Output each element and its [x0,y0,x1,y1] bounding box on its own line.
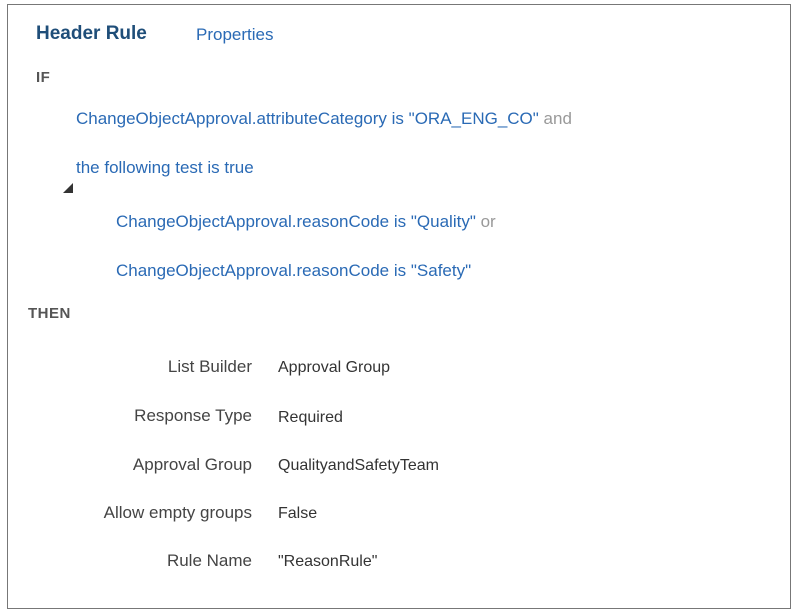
action-value-approval-group[interactable]: QualityandSafetyTeam [278,457,439,475]
action-label-approval-group: Approval Group [132,455,252,474]
expanded-triangle-icon[interactable] [62,181,74,193]
action-label-response-type: Response Type [134,406,252,425]
condition-value[interactable]: "Safety" [411,261,471,280]
condition-attribute[interactable]: ChangeObjectApproval.reasonCode [116,261,389,280]
condition-value[interactable]: "Quality" [411,212,476,231]
action-value-response-type[interactable]: Required [278,409,343,427]
action-label-rule-name: Rule Name [166,551,252,570]
condition-row: ChangeObjectApproval.reasonCode is "Safe… [116,261,471,281]
condition-group-header: the following test is true [76,158,254,178]
condition-row: ChangeObjectApproval.attributeCategory i… [76,109,572,129]
if-keyword: IF [36,69,51,86]
action-label-allow-empty-groups: Allow empty groups [103,503,252,522]
condition-operator[interactable]: is [394,212,406,231]
action-label-list-builder: List Builder [167,357,252,376]
condition-attribute[interactable]: ChangeObjectApproval.attributeCategory [76,109,387,128]
condition-operator[interactable]: is [394,261,406,280]
then-keyword: THEN [28,305,71,322]
condition-connector[interactable]: or [481,212,496,231]
condition-attribute[interactable]: ChangeObjectApproval.reasonCode [116,212,389,231]
action-value-rule-name[interactable]: "ReasonRule" [278,553,377,571]
condition-operator[interactable]: is [392,109,404,128]
action-value-list-builder[interactable]: Approval Group [278,359,390,377]
rule-title: Header Rule [36,23,147,44]
condition-group-text[interactable]: the following test is true [76,158,254,177]
properties-link[interactable]: Properties [196,25,273,45]
condition-value[interactable]: "ORA_ENG_CO" [409,109,539,128]
action-value-allow-empty-groups[interactable]: False [278,505,317,523]
condition-connector[interactable]: and [544,109,572,128]
rule-panel: Header Rule Properties IF ChangeObjectAp… [7,4,791,609]
condition-row: ChangeObjectApproval.reasonCode is "Qual… [116,212,496,232]
